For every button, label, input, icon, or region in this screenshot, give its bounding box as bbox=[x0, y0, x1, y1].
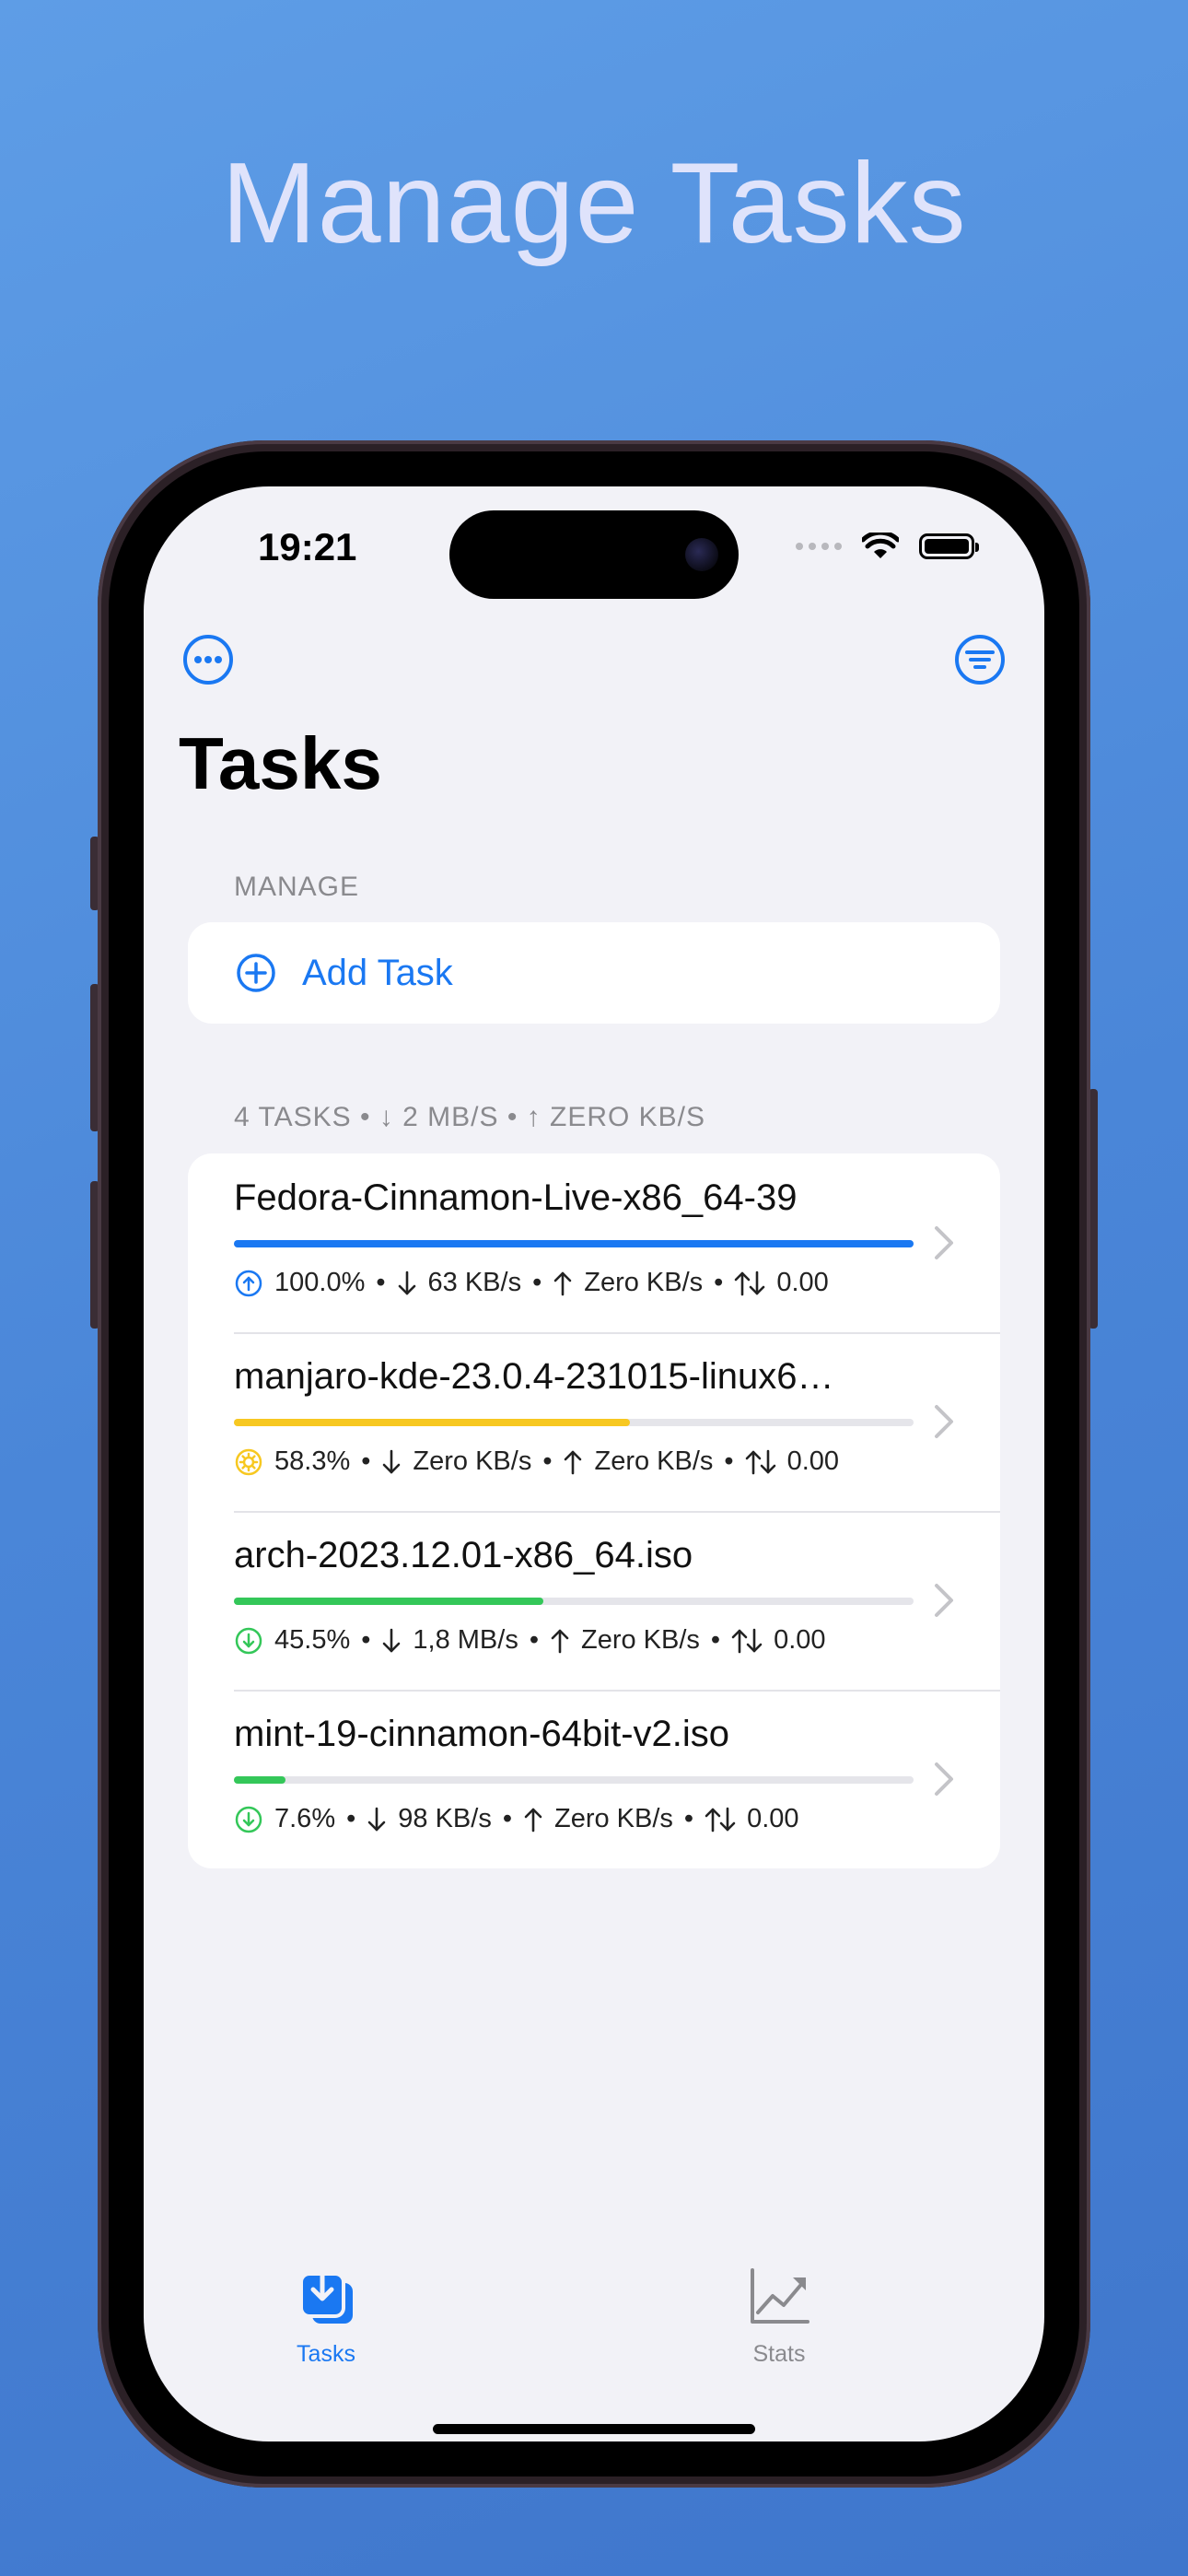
separator-dot: • bbox=[529, 1625, 539, 1655]
task-upload-speed: Zero KB/s bbox=[580, 1625, 700, 1655]
upload-arrow-icon bbox=[524, 1808, 542, 1832]
progress-fill bbox=[234, 1776, 286, 1784]
wifi-icon bbox=[862, 533, 899, 558]
task-upload-speed: Zero KB/s bbox=[584, 1268, 704, 1297]
task-name: arch-2023.12.01-x86_64.iso bbox=[234, 1535, 693, 1575]
cellular-signal-icon bbox=[796, 543, 842, 550]
tasks-card: Fedora-Cinnamon-Live-x86_64-39 100.0% • … bbox=[188, 1153, 1000, 1868]
tab-bar: Tasks Stats bbox=[144, 2264, 1044, 2368]
ratio-arrows-icon bbox=[745, 1449, 775, 1474]
download-arrow-icon bbox=[383, 1628, 401, 1652]
progress-fill bbox=[234, 1598, 543, 1605]
separator-dot: • bbox=[532, 1268, 542, 1297]
task-download-speed: 1,8 MB/s bbox=[413, 1625, 518, 1655]
separator-dot: • bbox=[361, 1446, 371, 1476]
task-name: Fedora-Cinnamon-Live-x86_64-39 bbox=[234, 1177, 798, 1218]
separator-dot: • bbox=[346, 1804, 356, 1833]
download-status-icon bbox=[235, 1806, 262, 1832]
download-arrow-icon bbox=[398, 1270, 415, 1294]
manage-card: Add Task bbox=[188, 922, 1000, 1024]
task-meta: 58.3% • Zero KB/s • Zero KB/s • 0.00 bbox=[234, 1446, 839, 1477]
download-arrow-icon bbox=[383, 1449, 401, 1473]
task-download-speed: 63 KB/s bbox=[427, 1268, 522, 1297]
task-upload-speed: Zero KB/s bbox=[594, 1446, 714, 1476]
tab-stats-label: Stats bbox=[752, 2341, 806, 2367]
chevron-right-icon bbox=[935, 1584, 953, 1617]
task-row[interactable]: manjaro-kde-23.0.4-231015-linux6… 58.3% … bbox=[188, 1332, 1000, 1511]
chevron-right-icon bbox=[935, 1762, 953, 1796]
separator-dot: • bbox=[724, 1446, 734, 1476]
download-arrow-icon bbox=[367, 1807, 386, 1831]
separator-dot: • bbox=[502, 1804, 512, 1833]
add-circle-icon bbox=[237, 954, 275, 992]
tab-tasks[interactable]: Tasks bbox=[234, 2264, 418, 2368]
filter-icon[interactable] bbox=[954, 634, 1006, 685]
more-options-icon[interactable] bbox=[182, 634, 234, 685]
home-indicator bbox=[433, 2424, 755, 2434]
manage-section-header: MANAGE bbox=[234, 872, 360, 902]
headline: Manage Tasks bbox=[221, 140, 967, 267]
task-ratio: 0.00 bbox=[774, 1625, 826, 1655]
task-row[interactable]: mint-19-cinnamon-64bit-v2.iso 7.6% • 98 … bbox=[188, 1690, 1000, 1868]
separator-dot: • bbox=[542, 1446, 553, 1476]
upload-arrow-icon bbox=[551, 1629, 569, 1653]
ratio-arrows-icon bbox=[731, 1628, 763, 1653]
status-time: 19:21 bbox=[258, 525, 357, 568]
progress-track bbox=[234, 1598, 914, 1605]
task-download-speed: 98 KB/s bbox=[398, 1804, 492, 1833]
separator-dot: • bbox=[361, 1625, 371, 1655]
task-meta: 7.6% • 98 KB/s • Zero KB/s • 0.00 bbox=[234, 1804, 799, 1834]
task-row[interactable]: Fedora-Cinnamon-Live-x86_64-39 100.0% • … bbox=[188, 1153, 1000, 1332]
tasks-download-icon bbox=[299, 2264, 353, 2324]
gear-status-icon bbox=[235, 1448, 262, 1475]
add-task-button[interactable]: Add Task bbox=[188, 922, 1000, 1024]
progress-track bbox=[234, 1419, 914, 1426]
progress-fill bbox=[234, 1240, 914, 1247]
ratio-arrows-icon bbox=[705, 1807, 736, 1832]
upload-arrow-icon bbox=[565, 1450, 582, 1474]
task-percent: 100.0% bbox=[274, 1268, 366, 1297]
task-ratio: 0.00 bbox=[776, 1268, 829, 1297]
separator-dot: • bbox=[714, 1268, 724, 1297]
ratio-arrows-icon bbox=[735, 1270, 765, 1295]
task-name: manjaro-kde-23.0.4-231015-linux6… bbox=[234, 1356, 834, 1397]
separator-dot: • bbox=[683, 1804, 694, 1833]
separator-dot: • bbox=[710, 1625, 721, 1655]
progress-fill bbox=[234, 1419, 631, 1426]
upload-status-icon bbox=[235, 1270, 262, 1296]
separator-dot: • bbox=[376, 1268, 386, 1297]
tab-stats[interactable]: Stats bbox=[687, 2265, 871, 2368]
page-title: Tasks bbox=[179, 722, 382, 804]
chevron-right-icon bbox=[935, 1226, 953, 1259]
task-percent: 45.5% bbox=[274, 1625, 351, 1655]
phone-screen: 19:21 Tasks MANAGE Add Task 4 TASKS • ↓ … bbox=[144, 486, 1044, 2441]
progress-track bbox=[234, 1240, 914, 1247]
task-percent: 7.6% bbox=[274, 1804, 336, 1833]
add-task-label: Add Task bbox=[302, 952, 453, 993]
task-meta: 100.0% • 63 KB/s • Zero KB/s • 0.00 bbox=[234, 1268, 829, 1298]
task-percent: 58.3% bbox=[274, 1446, 351, 1476]
task-ratio: 0.00 bbox=[786, 1446, 840, 1476]
progress-track bbox=[234, 1776, 914, 1784]
dynamic-island bbox=[449, 510, 739, 599]
camera-lens bbox=[685, 538, 718, 571]
task-meta: 45.5% • 1,8 MB/s • Zero KB/s • 0.00 bbox=[234, 1625, 826, 1656]
tasks-section-header: 4 TASKS • ↓ 2 MB/S • ↑ ZERO KB/S bbox=[234, 1102, 706, 1132]
task-upload-speed: Zero KB/s bbox=[553, 1804, 673, 1833]
chevron-right-icon bbox=[935, 1405, 953, 1438]
status-indicators bbox=[796, 533, 979, 560]
download-status-icon bbox=[235, 1627, 262, 1654]
task-ratio: 0.00 bbox=[747, 1804, 799, 1833]
task-download-speed: Zero KB/s bbox=[413, 1446, 532, 1476]
tab-tasks-label: Tasks bbox=[297, 2341, 355, 2367]
task-name: mint-19-cinnamon-64bit-v2.iso bbox=[234, 1714, 730, 1754]
task-row[interactable]: arch-2023.12.01-x86_64.iso 45.5% • 1,8 M… bbox=[188, 1511, 1000, 1690]
battery-icon bbox=[919, 533, 979, 559]
upload-arrow-icon bbox=[553, 1271, 572, 1295]
chart-icon bbox=[751, 2268, 809, 2324]
